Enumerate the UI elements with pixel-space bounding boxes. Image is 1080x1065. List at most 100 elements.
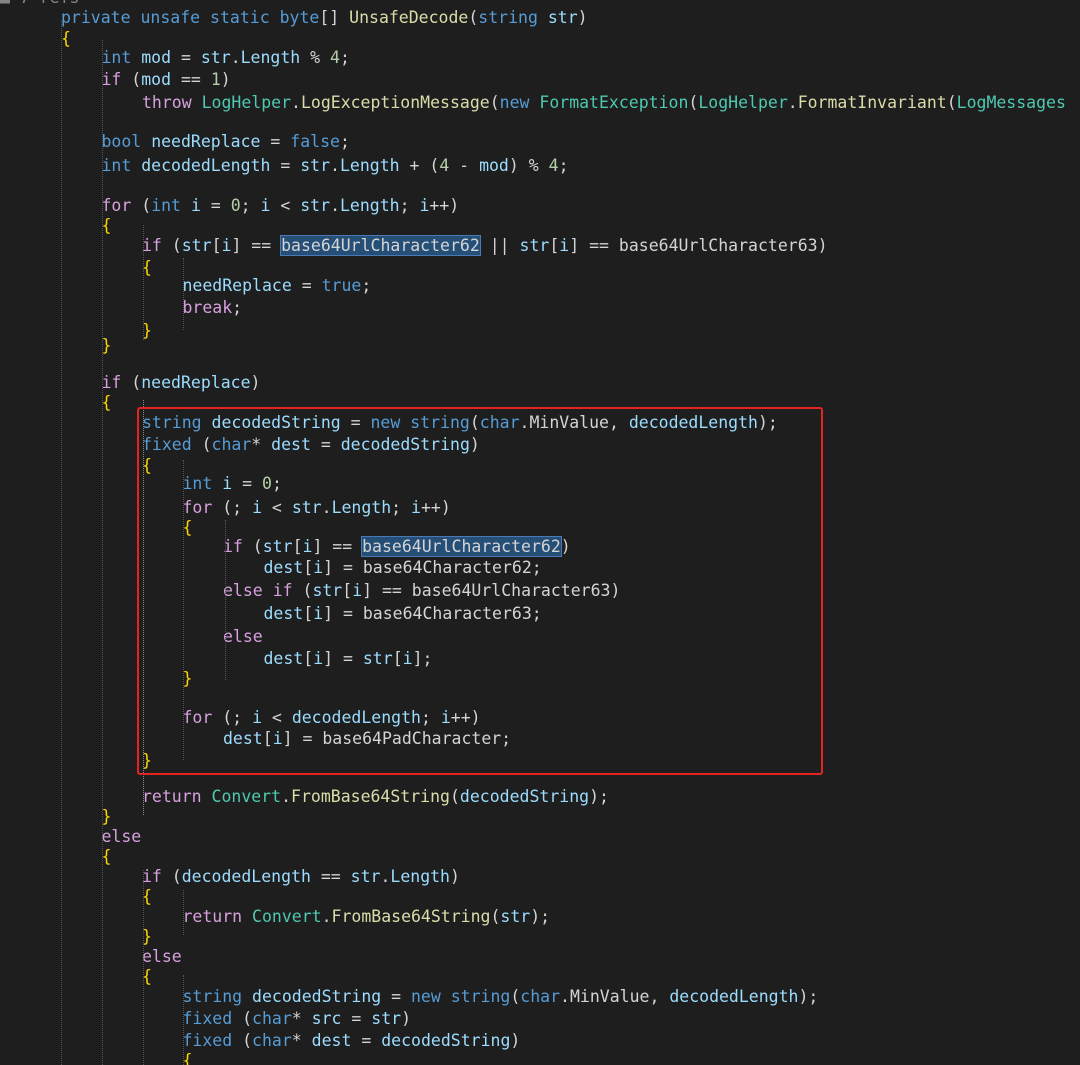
code-token: [ [549, 236, 560, 255]
code-token: int [151, 196, 181, 215]
code-token: bool [101, 132, 142, 151]
code-token: Length [240, 48, 301, 67]
code-line[interactable]: if (mod == 1) [102, 69, 231, 91]
code-token: str [181, 236, 212, 255]
indent-guide [143, 225, 144, 340]
code-token: decodedString [459, 787, 590, 806]
code-token: return [142, 787, 202, 806]
code-token: Length [340, 196, 400, 215]
indent-guide [183, 890, 184, 935]
code-token: decodedString [252, 987, 382, 1006]
code-token: ) [250, 373, 261, 392]
code-token: ; [339, 48, 350, 67]
code-token: || [479, 236, 520, 255]
code-line[interactable]: private unsafe static byte[] UnsafeDecod… [61, 7, 588, 29]
code-token: ] == [569, 236, 619, 255]
code-line[interactable]: int decodedLength = str.Length + (4 - mo… [102, 155, 569, 177]
code-token: fixed [182, 1009, 233, 1028]
code-token: if [101, 70, 122, 89]
code-token: str [519, 236, 550, 255]
code-line[interactable]: return Convert.FromBase64String(str); [183, 906, 551, 928]
code-line[interactable]: if (decodedLength == str.Length) [142, 866, 460, 888]
code-line[interactable]: if (str[i] == base64UrlCharacter62 || st… [142, 235, 828, 257]
code-token: str [547, 8, 578, 27]
code-token: LogHelper [201, 93, 292, 112]
code-token: private [61, 8, 131, 27]
code-line[interactable]: needReplace = true; [183, 275, 372, 297]
indent-guide [183, 258, 184, 330]
code-token: . [281, 787, 292, 806]
code-line[interactable]: throw LogHelper.LogExceptionMessage(new … [142, 92, 1066, 114]
code-line[interactable]: fixed (char* src = str) [183, 1008, 412, 1030]
code-line[interactable]: return Convert.FromBase64String(decodedS… [142, 786, 609, 808]
code-line[interactable]: if (needReplace) [102, 372, 261, 394]
code-token: ( [510, 987, 521, 1006]
code-token: ; [232, 298, 243, 317]
code-token: ] == [231, 236, 282, 255]
code-line[interactable]: for (int i = 0; i < str.Length; i++) [102, 195, 460, 217]
code-token: str [200, 48, 231, 67]
code-token: str [371, 1009, 402, 1028]
code-token: LogHelper [698, 93, 788, 112]
code-token: 4 [548, 156, 559, 175]
code-token: ); [530, 907, 551, 926]
code-editor[interactable]: ■ 7 refs private unsafe static byte[] Un… [0, 0, 1080, 1065]
code-token: ++) [429, 196, 460, 215]
code-token: dest [311, 1031, 352, 1050]
code-token: ); [589, 787, 609, 806]
code-token: i [419, 196, 430, 215]
code-token: new [499, 93, 530, 112]
code-token: ; [339, 132, 350, 151]
code-token: FromBase64String [331, 907, 491, 926]
code-token: str [500, 907, 531, 926]
code-token: string [478, 8, 538, 27]
code-token: 1 [210, 70, 221, 89]
code-line[interactable]: string decodedString = new string(char.M… [183, 986, 819, 1008]
code-token: 0 [230, 196, 241, 215]
code-token: needReplace [182, 276, 292, 295]
code-token: = [171, 48, 201, 67]
code-token: decodedLength [669, 987, 799, 1006]
code-token: ) [577, 8, 588, 27]
code-token: ) [220, 70, 231, 89]
code-token: LogExceptionMessage [300, 93, 490, 112]
code-token: string [182, 987, 243, 1006]
code-token: ( [121, 373, 142, 392]
annotation-highlight-box [137, 407, 823, 775]
code-token: mod [141, 48, 172, 67]
code-token: < [270, 196, 301, 215]
code-line[interactable]: fixed (char* dest = decodedString) [183, 1030, 521, 1052]
code-line[interactable]: else [102, 826, 142, 848]
code-token: return [182, 907, 243, 926]
code-token: ) [401, 1009, 412, 1028]
code-line[interactable]: break; [183, 297, 243, 319]
code-line[interactable]: bool needReplace = false; [102, 131, 350, 153]
code-token: int [101, 48, 132, 67]
code-token: ( [232, 1009, 253, 1028]
code-line[interactable]: else [142, 946, 182, 968]
code-token: str [300, 196, 331, 215]
code-token: ; [361, 276, 372, 295]
indent-guide [61, 20, 62, 1065]
code-token: str [350, 867, 381, 886]
code-token: char [520, 987, 561, 1006]
code-token: static [210, 8, 270, 27]
code-token: ) % [508, 156, 549, 175]
code-token: FromBase64String [291, 787, 450, 806]
code-token: . [380, 867, 391, 886]
code-token: base64UrlCharacter63) [618, 236, 828, 255]
code-token: . [560, 987, 570, 1006]
code-token: Convert [211, 787, 282, 806]
code-token: . [330, 196, 340, 215]
code-line[interactable]: int mod = str.Length % 4; [102, 47, 350, 69]
code-token: true [321, 276, 362, 295]
code-token: ( [489, 93, 500, 112]
code-line[interactable]: { [61, 28, 71, 50]
code-token: = [341, 1009, 372, 1028]
